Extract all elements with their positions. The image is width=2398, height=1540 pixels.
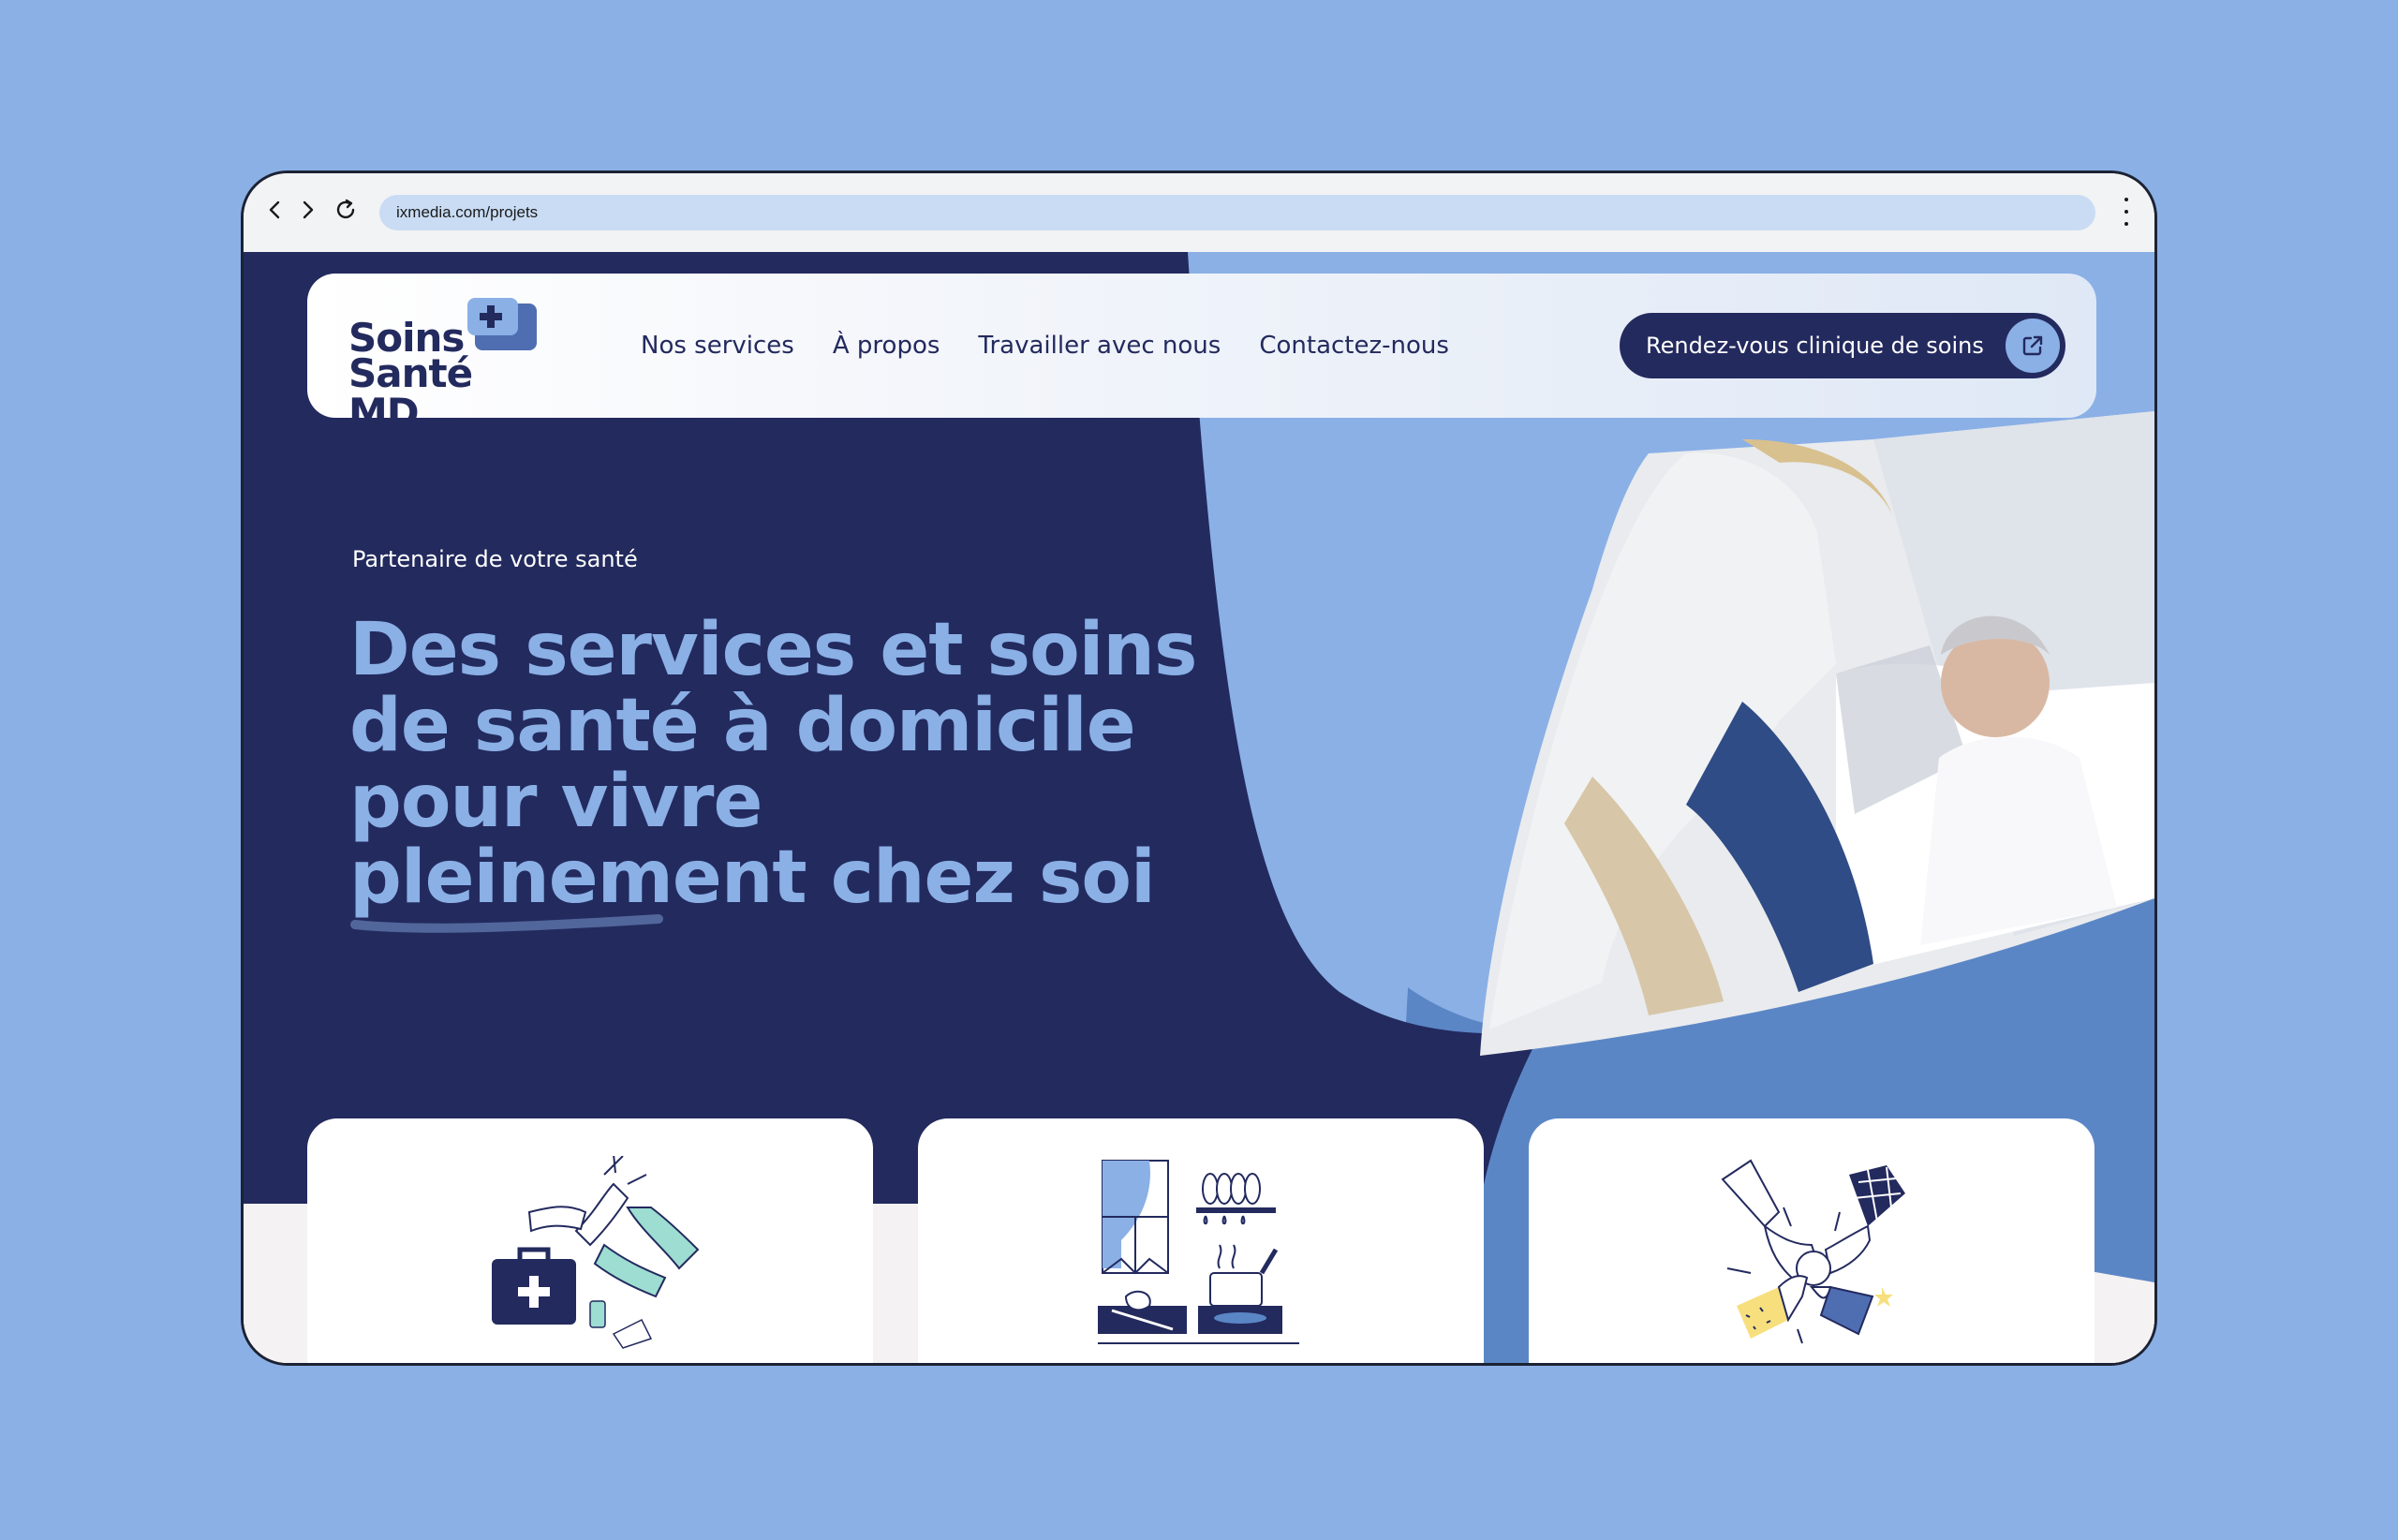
website-viewport: Soins Santé MD Nos services À propos Tra… — [244, 252, 2154, 1363]
back-icon[interactable] — [259, 194, 290, 226]
browser-window: ixmedia.com/projets Soins Santé MD Nos s… — [241, 170, 2157, 1366]
nav-link-services[interactable]: Nos services — [641, 332, 794, 360]
address-bar[interactable]: ixmedia.com/projets — [379, 195, 2095, 230]
logo-text-line2: Santé MD — [348, 350, 473, 436]
logo[interactable]: Soins Santé MD — [348, 296, 555, 433]
external-link-icon — [2006, 318, 2060, 373]
nav-link-careers[interactable]: Travailler avec nous — [978, 332, 1221, 360]
service-card-1[interactable] — [307, 1118, 873, 1363]
nav-link-contact[interactable]: Contactez-nous — [1259, 332, 1449, 360]
logo-mark-icon — [466, 296, 540, 358]
forward-icon[interactable] — [292, 194, 324, 226]
hero-eyebrow: Partenaire de votre santé — [352, 546, 638, 572]
clinic-appointment-button[interactable]: Rendez-vous clinique de soins — [1620, 313, 2065, 378]
service-card-2[interactable] — [918, 1118, 1484, 1363]
hero-headline: Des services et soins de santé à domicil… — [349, 608, 1197, 920]
clinic-appointment-label: Rendez-vous clinique de soins — [1646, 333, 1984, 359]
main-navigation: Nos services À propos Travailler avec no… — [641, 274, 1449, 418]
browser-toolbar: ixmedia.com/projets — [244, 173, 2154, 252]
team-hands-illustration — [1721, 1159, 1905, 1344]
kitchen-illustration — [1098, 1160, 1299, 1344]
headline-underline — [350, 914, 663, 933]
reload-icon[interactable] — [330, 194, 362, 226]
site-header: Soins Santé MD Nos services À propos Tra… — [307, 274, 2096, 433]
more-vertical-icon[interactable] — [2123, 198, 2130, 226]
service-card-3[interactable] — [1529, 1118, 2095, 1363]
medical-kit-high-five-illustration — [492, 1156, 700, 1349]
nav-link-about[interactable]: À propos — [833, 332, 940, 360]
